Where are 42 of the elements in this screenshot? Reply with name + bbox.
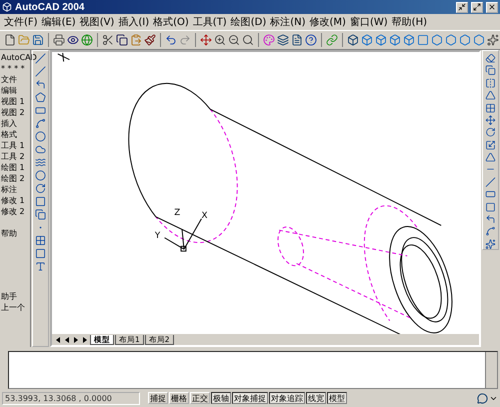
menu-item[interactable]: 插入(I) [118, 15, 150, 29]
screen-menu-stars: * * * * [0, 63, 25, 74]
status-toggle[interactable]: 线宽 [306, 392, 326, 404]
screen-menu-item[interactable]: 格式 [0, 129, 17, 140]
screen-menu-item[interactable]: 视图 1 [0, 96, 25, 107]
menu-item[interactable]: 编辑(E) [42, 15, 76, 29]
menu-item[interactable]: 格式(O) [153, 15, 189, 29]
status-toggle[interactable]: 模型 [327, 392, 347, 404]
menu-item[interactable]: 文件(F) [4, 15, 38, 29]
menu-item[interactable]: 绘图(D) [230, 15, 266, 29]
status-toggle[interactable]: 对象捕捉 [232, 392, 268, 404]
screen-menu-item[interactable]: 工具 2 [0, 151, 25, 162]
status-toggle[interactable]: 对象追踪 [269, 392, 305, 404]
axis-label: X [201, 210, 208, 221]
status-toggle[interactable]: 正交 [190, 392, 210, 404]
screen-menu-item[interactable]: 助手 [0, 291, 17, 302]
menu-item[interactable]: 窗口(W) [350, 15, 388, 29]
window-title: AutoCAD 2004 [15, 2, 86, 12]
screen-menu-item[interactable]: 上一个 [0, 302, 25, 313]
screen-menu-item[interactable]: 修改 2 [0, 206, 25, 217]
screen-menu-item[interactable]: 绘图 2 [0, 173, 25, 184]
menu-item[interactable]: 工具(T) [192, 15, 227, 29]
screen-menu-item[interactable]: 视图 2 [0, 107, 25, 118]
status-toggle[interactable]: 极轴 [211, 392, 231, 404]
screen-menu-item[interactable]: 工具 1 [0, 140, 25, 151]
screen-menu-item[interactable]: 标注 [0, 184, 17, 195]
menu-item[interactable]: 标注(N) [270, 15, 306, 29]
menu-item[interactable]: 修改(M) [310, 15, 346, 29]
screen-menu-item[interactable]: 绘图 1 [0, 162, 25, 173]
screen-menu-header: AutoCAD [0, 52, 37, 63]
screen-menu-item[interactable]: 编辑 [0, 85, 17, 96]
status-toggle[interactable]: 捕捉 [148, 392, 168, 404]
screen-menu-item[interactable]: 文件 [0, 74, 17, 85]
menu-item[interactable]: 视图(V) [80, 15, 114, 29]
menu-item[interactable]: 帮助(H) [392, 15, 427, 29]
screen-menu-item[interactable]: 修改 1 [0, 195, 25, 206]
screen-menu-item[interactable]: 插入 [0, 118, 17, 129]
axis-label: Z [174, 208, 180, 218]
status-toggle[interactable]: 栅格 [169, 392, 189, 404]
screen-menu-item[interactable]: 帮助 [0, 228, 17, 239]
axis-label: Y [154, 230, 160, 241]
coordinates-readout: 53.3993, 13.3068 , 0.0000 [2, 392, 140, 404]
